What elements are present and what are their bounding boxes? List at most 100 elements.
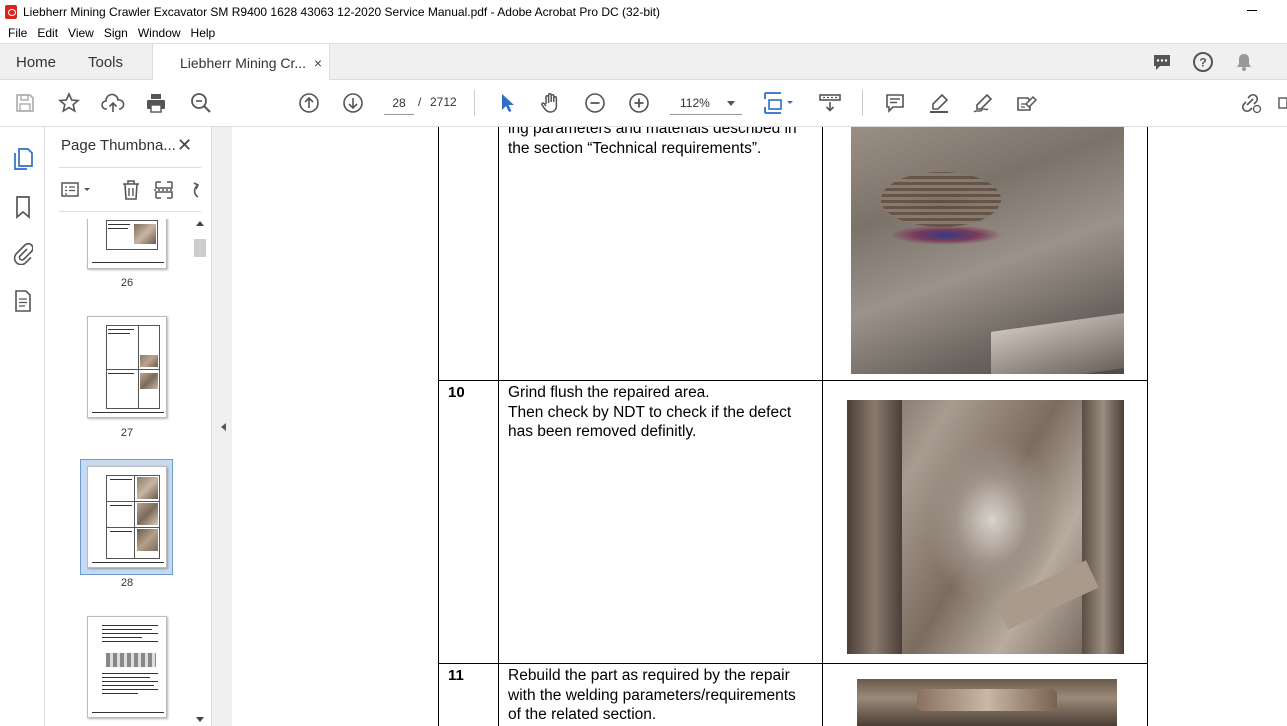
window-title: Liebherr Mining Crawler Excavator SM R94… [23,4,661,19]
panel-collapse-handle[interactable] [211,127,232,726]
zoom-out-icon[interactable] [583,91,607,115]
comment-icon[interactable] [883,91,907,115]
collapse-left-arrow-icon [221,423,226,431]
help-icon[interactable]: ? [1192,51,1214,73]
table-border [438,663,1148,664]
previous-page-icon[interactable] [297,91,321,115]
weld-photo-2 [847,400,1124,654]
title-bar: Liebherr Mining Crawler Excavator SM R94… [0,0,1287,23]
main-toolbar: 28 / 2712 112% [0,80,1287,127]
scroll-up-arrow-icon[interactable] [196,221,204,226]
thumbnail-page-28[interactable] [87,466,167,568]
panel-divider [59,167,201,168]
thumbnail-page-29[interactable] [87,616,167,718]
page-total: 2712 [430,95,457,109]
toolbar-divider [862,90,863,116]
tab-document[interactable]: Liebherr Mining Cr... × [152,44,330,81]
weld-photo-1 [851,127,1124,374]
toolbar-divider [474,90,475,116]
table-border [438,380,1148,381]
table-border [438,127,439,726]
draw-sign-icon[interactable] [971,91,995,115]
acrobat-pdf-icon [5,4,17,19]
navigation-rail [0,127,45,726]
thumbnail-list: 26 27 28 [45,219,195,726]
page-thumbnails-icon[interactable] [11,147,35,171]
menu-help[interactable]: Help [191,26,216,40]
tab-document-label: Liebherr Mining Cr... [180,54,307,71]
panel-title: Page Thumbna... [61,137,176,154]
scrollbar-thumb[interactable] [194,239,206,257]
bookmark-star-icon[interactable] [57,91,81,115]
extract-pages-icon[interactable] [153,179,175,201]
rotate-page-icon[interactable] [183,179,205,201]
minimize-button[interactable] [1247,10,1257,11]
menu-window[interactable]: Window [138,26,181,40]
step-number-11: 11 [448,667,464,684]
thumbnail-label-26: 26 [120,277,134,289]
tab-tools[interactable]: Tools [88,44,123,80]
toolbar-overflow-icon[interactable] [1278,91,1287,115]
thumbnail-panel: Page Thumbna... ✕ 26 27 28 [45,127,211,726]
scroll-mode-icon[interactable] [818,91,842,115]
zoom-level-select[interactable]: 112% [670,91,742,115]
print-icon[interactable] [144,91,168,115]
page-separator: / [418,95,422,109]
menu-bar: File Edit View Sign Window Help [0,23,1287,43]
step-text-line: with the welding parameters/requirements [508,686,796,704]
select-cursor-icon[interactable] [495,91,519,115]
thumbnail-page-26[interactable] [87,219,167,269]
weld-photo-3 [857,679,1117,726]
page-fit-icon[interactable] [761,91,797,115]
menu-sign[interactable]: Sign [104,26,128,40]
chevron-down-icon [727,101,735,106]
page-number-input[interactable]: 28 [384,91,414,115]
table-row: Grind flush the repaired area. Then chec… [508,383,791,442]
step-number-10: 10 [448,384,465,401]
stamp-icon[interactable] [1015,91,1039,115]
thumbnail-scrollbar[interactable] [194,219,206,726]
table-border [1147,127,1148,726]
thumbnail-options-icon[interactable] [60,179,92,201]
step-text-line: the section “Technical requirements”. [508,139,762,157]
scroll-down-arrow-icon[interactable] [196,717,204,722]
panel-close-icon[interactable]: ✕ [177,135,192,156]
svg-text:?: ? [1199,56,1206,70]
comment-bubble-icon[interactable] [1151,51,1173,73]
table-border [498,127,499,726]
upload-cloud-icon[interactable] [101,91,125,115]
table-row: Rebuild the part as required by the repa… [508,666,796,725]
step-text-line: has been removed definitly. [508,423,697,440]
step-text-line: Rebuild the part as required by the repa… [508,667,790,684]
attachments-paperclip-icon[interactable] [11,241,35,265]
next-page-icon[interactable] [341,91,365,115]
thumbnail-label-27: 27 [120,427,134,439]
notification-bell-icon[interactable] [1233,51,1255,73]
document-properties-icon[interactable] [11,289,35,313]
share-link-icon[interactable] [1238,91,1262,115]
menu-view[interactable]: View [68,26,94,40]
document-view[interactable]: ing parameters and materials described i… [232,127,1287,726]
menu-file[interactable]: File [8,26,27,40]
tab-close-icon[interactable]: × [314,55,322,71]
step-text-line: Grind flush the repaired area. [508,384,710,401]
panel-divider [59,211,201,212]
delete-trash-icon[interactable] [120,179,142,201]
zoom-level-value: 112% [680,95,710,110]
tab-home[interactable]: Home [16,44,56,80]
thumbnail-label-28: 28 [120,577,134,589]
step-text-line: Then check by NDT to check if the defect [508,403,792,421]
zoom-search-icon[interactable] [189,91,213,115]
thumbnail-page-27[interactable] [87,316,167,418]
bookmarks-icon[interactable] [11,195,35,219]
step-text-line: of the related section. [508,706,657,723]
save-icon[interactable] [13,91,37,115]
tab-bar: Home Tools Liebherr Mining Cr... × ? [0,43,1287,81]
highlight-pen-icon[interactable] [927,91,951,115]
hand-pan-icon[interactable] [539,91,563,115]
table-row: ing parameters and materials described i… [508,127,797,158]
step-text-line: ing parameters and materials described i… [508,127,797,137]
table-border [822,127,823,726]
zoom-in-icon[interactable] [627,91,651,115]
menu-edit[interactable]: Edit [37,26,58,40]
